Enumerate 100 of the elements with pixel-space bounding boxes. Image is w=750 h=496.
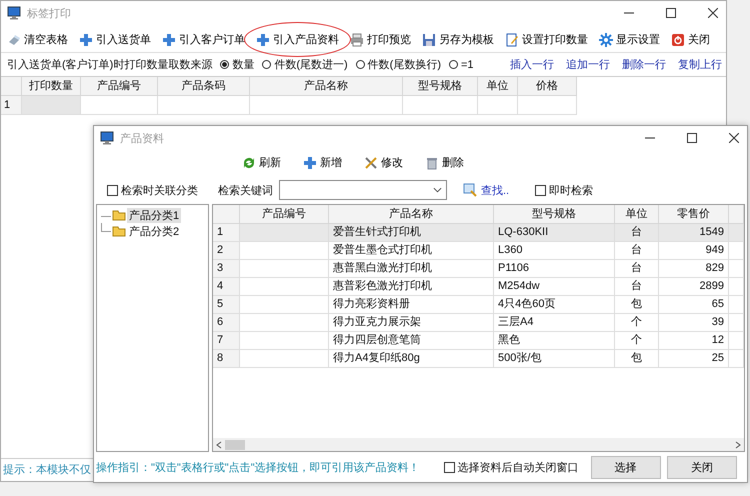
toolbar-button[interactable]: 另存为模板 — [418, 29, 498, 50]
table-row[interactable]: 6 得力亚克力展示架 三层A4 个 39 — [213, 314, 744, 332]
keyword-combobox[interactable] — [279, 180, 447, 200]
table-cell: 爱普生墨仓式打印机 — [329, 242, 494, 260]
caret-icon — [433, 187, 442, 193]
table-cell — [729, 278, 744, 296]
horizontal-scrollbar[interactable] — [213, 438, 744, 451]
column-header[interactable]: 产品编号 — [81, 77, 158, 96]
table-cell: 爱普生针式打印机 — [329, 224, 494, 242]
column-header[interactable]: 零售价 — [659, 205, 729, 224]
plus-icon — [256, 32, 270, 46]
close-icon[interactable] — [708, 8, 718, 18]
table-row[interactable]: 1 爱普生针式打印机 LQ-630KII 台 1549 — [213, 224, 744, 242]
maximize-icon[interactable] — [666, 8, 676, 18]
row-action-link[interactable]: 复制上行 — [678, 57, 722, 72]
column-header[interactable]: 型号规格 — [403, 77, 478, 96]
table-cell: 台 — [615, 278, 659, 296]
radio-label: 数量 — [232, 58, 254, 72]
crossed-tools-icon — [364, 156, 378, 170]
toolbar-button[interactable]: 修改 — [364, 153, 403, 172]
toolbar-button[interactable]: 引入客户订单 — [158, 29, 249, 50]
checkbox[interactable] — [107, 184, 118, 196]
header-corner — [213, 205, 240, 224]
table-cell: 得力亮彩资料册 — [329, 296, 494, 314]
column-header[interactable]: 产品名称 — [329, 205, 494, 224]
toolbar-button[interactable]: 删除 — [425, 153, 464, 172]
row-number: 3 — [213, 260, 240, 278]
plus-icon — [162, 32, 176, 46]
column-header[interactable]: 产品名称 — [250, 77, 403, 96]
radio-button[interactable] — [220, 60, 230, 69]
scrollbar-thumb[interactable] — [225, 440, 245, 450]
magnifier-icon — [463, 183, 477, 197]
toolbar-button[interactable]: 关闭 — [667, 29, 714, 50]
column-header[interactable]: 打印数量 — [22, 77, 81, 96]
refresh-icon — [242, 156, 256, 170]
toolbar-button[interactable]: 引入产品资料 — [252, 29, 343, 50]
row-action-link[interactable]: 追加一行 — [566, 57, 610, 72]
column-header[interactable]: 价格 — [518, 77, 577, 96]
table-cell: 12 — [659, 332, 729, 350]
table-cell — [22, 96, 81, 115]
table-cell: 500张/包 — [494, 350, 615, 368]
table-cell: L360 — [494, 242, 615, 260]
gear-icon — [599, 32, 613, 46]
document-pen-icon — [505, 32, 519, 46]
window-title: 产品资料 — [120, 132, 164, 146]
checkbox[interactable] — [444, 462, 455, 472]
close-icon[interactable] — [729, 133, 739, 143]
table-cell: 949 — [659, 242, 729, 260]
toolbar-button[interactable]: 显示设置 — [595, 29, 664, 50]
table-cell: 个 — [615, 332, 659, 350]
table-cell — [729, 242, 744, 260]
checkbox[interactable] — [535, 184, 546, 196]
row-number: 7 — [213, 332, 240, 350]
table-cell: 得力四层创意笔筒 — [329, 332, 494, 350]
toolbar-button[interactable]: 设置打印数量 — [501, 29, 592, 50]
radio-button[interactable] — [356, 60, 365, 69]
table-cell — [518, 96, 577, 115]
radio-button[interactable] — [448, 60, 458, 69]
tree-item[interactable]: 产品分类1 — [127, 208, 182, 222]
column-header[interactable]: 产品编号 — [240, 205, 329, 224]
toolbar-button[interactable]: 新增 — [303, 153, 342, 172]
table-row[interactable]: 4 惠普彩色激光打印机 M254dw 台 2899 — [213, 278, 744, 296]
table-cell: 三层A4 — [494, 314, 615, 332]
row-action-link[interactable]: 删除一行 — [622, 57, 666, 72]
table-cell: 39 — [659, 314, 729, 332]
toolbar-button[interactable]: 打印预览 — [346, 29, 415, 50]
dialog-button[interactable]: 关闭 — [666, 456, 737, 478]
monitor-icon — [100, 131, 114, 145]
column-header[interactable]: 型号规格 — [494, 205, 615, 224]
row-action-link[interactable]: 插入一行 — [510, 57, 554, 72]
maximize-icon[interactable] — [687, 133, 697, 143]
table-row[interactable]: 5 得力亮彩资料册 4只4色60页 包 65 — [213, 296, 744, 314]
row-number: 5 — [213, 296, 240, 314]
checkbox-label: 选择资料后自动关闭窗口 — [458, 460, 579, 474]
table-row[interactable]: 7 得力四层创意笔筒 黑色 个 12 — [213, 332, 744, 350]
toolbar-button[interactable]: 引入送货单 — [75, 29, 155, 50]
dialog-button[interactable]: 选择 — [590, 456, 661, 478]
header-filler — [729, 205, 744, 224]
column-header[interactable]: 单位 — [478, 77, 518, 96]
floppy-icon — [422, 32, 436, 46]
column-header[interactable]: 产品条码 — [158, 77, 250, 96]
row-number: 8 — [213, 350, 240, 368]
tree-item[interactable]: 产品分类2 — [127, 224, 182, 238]
table-row[interactable]: 3 惠普黑白激光打印机 P1106 台 829 — [213, 260, 744, 278]
radio-label: 件数(尾数换行) — [368, 58, 441, 72]
table-cell: 4只4色60页 — [494, 296, 615, 314]
table-cell: 得力亚克力展示架 — [329, 314, 494, 332]
table-cell — [729, 332, 744, 350]
radio-label: =1 — [460, 58, 474, 70]
toolbar-button[interactable]: 刷新 — [242, 153, 281, 172]
column-header[interactable]: 单位 — [615, 205, 659, 224]
find-link[interactable]: 查找.. — [463, 182, 510, 198]
table-row[interactable]: 2 爱普生墨仓式打印机 L360 台 949 — [213, 242, 744, 260]
table-cell: 黑色 — [494, 332, 615, 350]
radio-button[interactable] — [262, 60, 272, 69]
table-row[interactable]: 8 得力A4复印纸80g 500张/包 包 25 — [213, 350, 744, 368]
toolbar-button[interactable]: 清空表格 — [3, 29, 72, 50]
folder-icon — [112, 208, 126, 222]
table-cell: 惠普彩色激光打印机 — [329, 278, 494, 296]
table-cell: 包 — [615, 296, 659, 314]
